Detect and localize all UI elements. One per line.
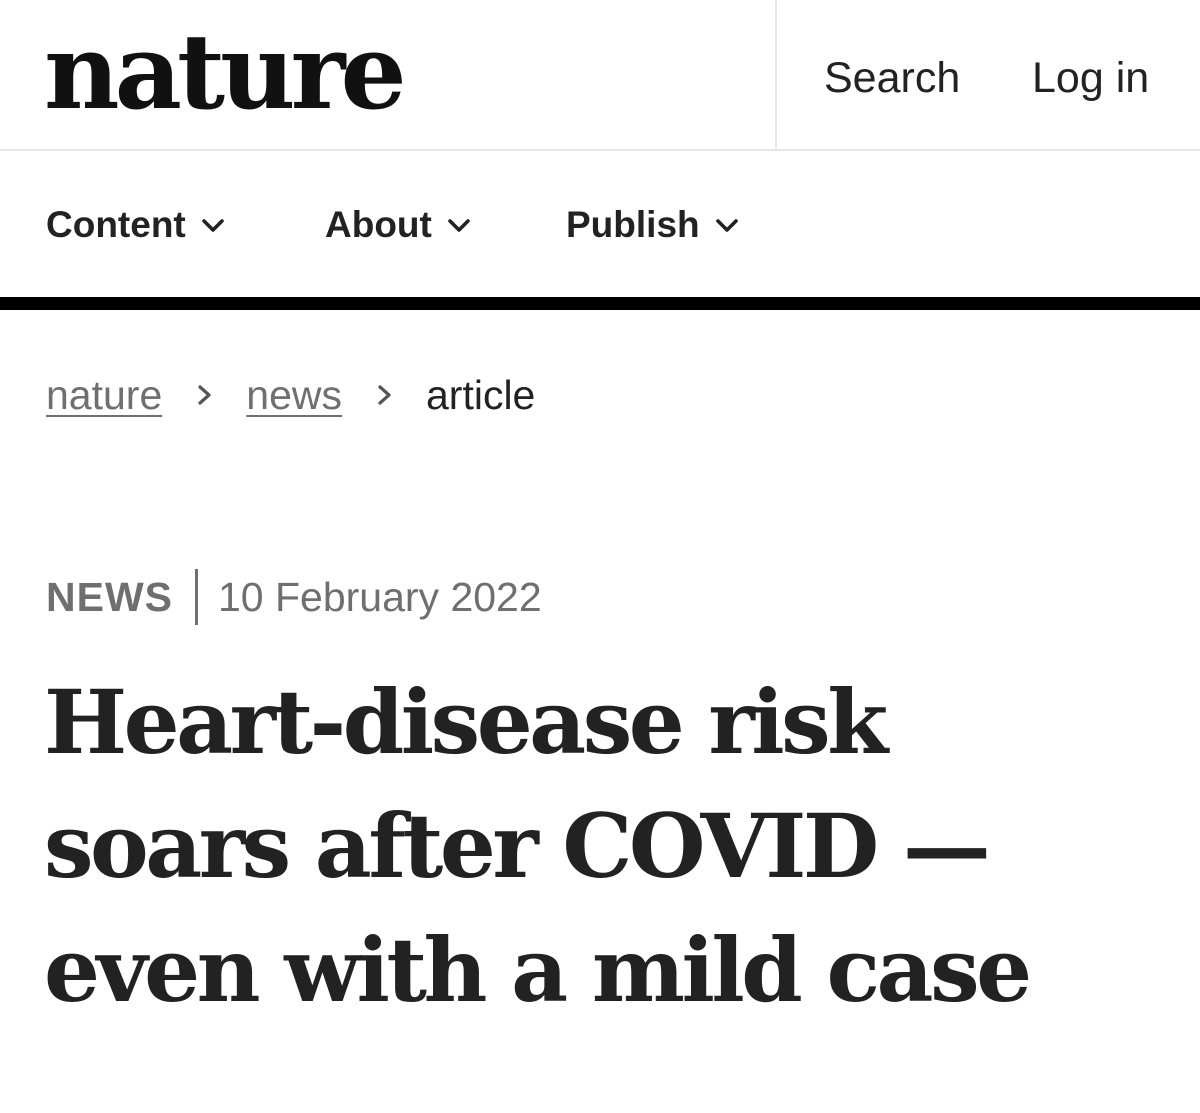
breadcrumb-link-nature[interactable]: nature [46, 372, 162, 419]
breadcrumb-link-news[interactable]: news [246, 372, 342, 419]
article-type: NEWS [46, 573, 173, 620]
login-link[interactable]: Log in [1032, 50, 1149, 106]
nav-publish-label: Publish [566, 204, 700, 245]
main-nav: Content About Publish [0, 151, 1200, 310]
article-meta: NEWS 10 February 2022 [46, 569, 542, 625]
article-date: 10 February 2022 [218, 573, 542, 620]
meta-divider [195, 569, 198, 625]
chevron-down-icon [448, 219, 470, 232]
title-line: Heart-disease risk [44, 670, 888, 774]
article-title: Heart-disease risk soars after COVID — e… [44, 660, 1164, 1032]
search-link[interactable]: Search [824, 50, 960, 106]
nature-logo[interactable]: nature [44, 12, 407, 132]
nav-publish-menu[interactable]: Publish [566, 200, 740, 250]
header-divider [775, 0, 777, 151]
nav-content-menu[interactable]: Content [46, 200, 226, 250]
site-header: nature Search Log in [0, 0, 1200, 151]
breadcrumb-current: article [425, 371, 536, 418]
breadcrumb: nature news article [46, 368, 535, 422]
nav-about-label: About [325, 204, 432, 245]
chevron-right-icon [198, 385, 211, 405]
chevron-down-icon [715, 219, 738, 232]
title-line: even with a mild case [44, 918, 1032, 1022]
chevron-down-icon [201, 219, 224, 232]
nav-about-menu[interactable]: About [325, 200, 472, 250]
chevron-right-icon [378, 385, 391, 405]
title-line: soars after COVID — [44, 794, 991, 898]
nav-content-label: Content [46, 204, 186, 245]
